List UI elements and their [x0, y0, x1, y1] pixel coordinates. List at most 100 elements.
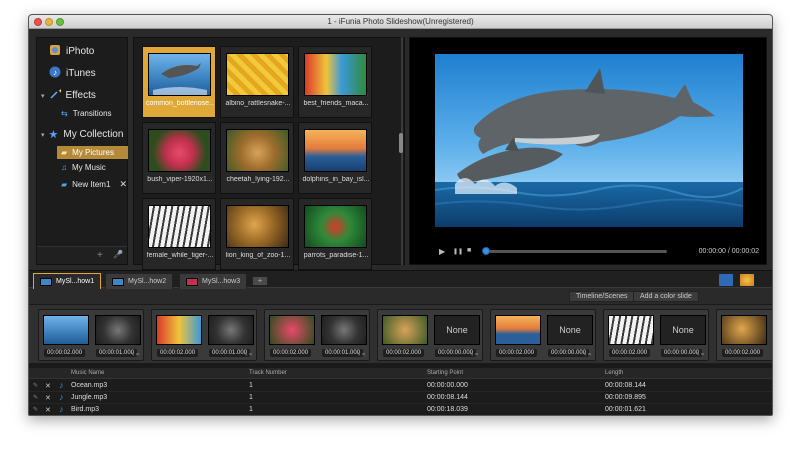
table-row[interactable]: ✎ ✕ ♪ Bird.mp3 1 00:00:18.039 00:00:01.6…	[29, 404, 772, 415]
theme-icon[interactable]	[739, 273, 755, 287]
clip-duration[interactable]: 00:00:02.000	[270, 349, 312, 357]
clip-thumbnail	[43, 315, 89, 345]
timeline-clip[interactable]: None 00:00:02.000 00:00:00.000 ✎ ⌗	[603, 309, 709, 361]
media-thumbnail[interactable]: dolphins_in_bay_isl...	[298, 122, 372, 194]
delete-icon[interactable]: ✕	[45, 394, 51, 402]
sidebar-item-my-pictures[interactable]: ▰ My Pictures	[57, 146, 128, 159]
progress-slider[interactable]	[482, 247, 490, 255]
timeline-scenes-button[interactable]: Timeline/Scenes	[569, 291, 635, 302]
table-row[interactable]: ✎ ✕ ♪ Ocean.mp3 1 00:00:00.000 00:00:08.…	[29, 380, 772, 392]
media-thumbnail[interactable]: cheetah_lying-192...	[220, 122, 294, 194]
clip-duration[interactable]: 00:00:02.000	[496, 349, 538, 357]
table-row[interactable]: ✎ ✕ ♪ Jungle.mp3 1 00:00:08.144 00:00:09…	[29, 392, 772, 404]
tab-slideshow-2[interactable]: MySl...how2	[105, 273, 174, 289]
media-thumbnail[interactable]: lion_king_of_zoo-1...	[220, 198, 294, 270]
edit-icon[interactable]: ✎	[33, 394, 38, 401]
svg-text:✦: ✦	[58, 88, 61, 95]
edit-icon[interactable]: ✎	[33, 406, 38, 413]
transition-thumbnail[interactable]	[95, 315, 141, 345]
sidebar-item-effects[interactable]: ▾ ✦ Effects	[41, 88, 96, 103]
timeline: 00:00:02.000 00:00:01.000 ✎ ⌗ 00:00:02.0…	[29, 304, 772, 364]
clip-duration[interactable]: 00:00:02.000	[722, 349, 764, 357]
slideshow-tabbar: MySl...how1 MySl...how2 MySl...how3 +	[29, 270, 772, 289]
transition-thumbnail[interactable]: None	[547, 315, 593, 345]
remove-icon[interactable]: ✕	[119, 179, 127, 190]
sunset-dolphins-photo	[304, 129, 367, 172]
chevron-down-icon: ▾	[41, 131, 45, 139]
tab-slideshow-1[interactable]: MySl...how1	[33, 273, 102, 289]
timeline-clip[interactable]: None 00:00:02.000 00:00:00.000 ✎ ⌗	[490, 309, 596, 361]
delete-icon[interactable]: ✕	[45, 406, 51, 414]
tab-slideshow-3[interactable]: MySl...how3	[179, 273, 248, 289]
media-thumbnail[interactable]: female_while_tiger-...	[142, 198, 216, 270]
music-note-icon: ♪	[59, 392, 64, 402]
media-thumbnail[interactable]: albino_rattlesnake-...	[220, 46, 294, 118]
tab-thumbnail	[40, 277, 52, 286]
sidebar-item-label: My Music	[72, 163, 106, 172]
edit-icon[interactable]: ✎ ⌗	[131, 352, 139, 358]
clip-thumbnail	[156, 315, 202, 345]
transition-thumbnail[interactable]: None	[434, 315, 480, 345]
track-number: 1	[249, 382, 253, 389]
media-thumbnail[interactable]: best_friends_maca...	[298, 46, 372, 118]
column-header[interactable]: Starting Point	[427, 370, 463, 376]
timeline-clip[interactable]: 00:00:02.000	[716, 309, 772, 361]
delete-icon[interactable]: ✕	[45, 382, 51, 390]
pause-button[interactable]: ❚❚	[453, 248, 463, 255]
sidebar-item-my-collection[interactable]: ▾ ★ My Collection	[41, 128, 123, 141]
starting-point: 00:00:00.000	[427, 382, 468, 389]
list-view-icon[interactable]	[718, 273, 734, 287]
media-thumbnail[interactable]: common_bottlenose...	[142, 46, 216, 118]
play-button[interactable]: ▶	[439, 247, 445, 256]
media-thumbnail[interactable]: parrots_paradise-1...	[298, 198, 372, 270]
add-collection-button[interactable]: +	[97, 250, 103, 261]
timeline-clip[interactable]: 00:00:02.000 00:00:01.000 ✎ ⌗	[151, 309, 257, 361]
sidebar-item-new-item1[interactable]: ▰ New Item1 ✕	[61, 179, 127, 190]
clip-duration[interactable]: 00:00:02.000	[157, 349, 199, 357]
timeline-clip[interactable]: None 00:00:02.000 00:00:00.000 ✎ ⌗	[377, 309, 483, 361]
media-caption: parrots_paradise-1...	[303, 252, 369, 259]
clip-duration[interactable]: 00:00:02.000	[383, 349, 425, 357]
sidebar-item-my-music[interactable]: ♫ My Music	[61, 163, 106, 172]
microphone-icon[interactable]: 🎤	[113, 250, 123, 259]
music-name: Ocean.mp3	[71, 382, 108, 389]
transition-thumbnail[interactable]	[208, 315, 254, 345]
stop-button[interactable]: ■	[467, 247, 471, 254]
tab-label: MySl...how3	[202, 278, 241, 285]
media-caption: female_while_tiger-...	[146, 252, 214, 259]
column-header[interactable]: Track Number	[249, 370, 287, 376]
splitter-handle[interactable]	[399, 133, 403, 153]
add-color-slide-button[interactable]: Add a color slide	[633, 291, 699, 302]
clip-thumbnail	[721, 315, 767, 345]
white-tiger-photo	[148, 205, 211, 248]
edit-icon[interactable]: ✎ ⌗	[696, 352, 704, 358]
sidebar-item-transitions[interactable]: ⇆ Transitions	[61, 109, 112, 118]
column-header[interactable]: Length	[605, 370, 623, 376]
column-header[interactable]: Music Name	[71, 370, 104, 376]
sidebar-item-label: New Item1	[72, 180, 111, 189]
media-thumbnail[interactable]: bush_viper-1920x1...	[142, 122, 216, 194]
add-tab-button[interactable]: +	[252, 276, 268, 286]
itunes-icon: ♪	[49, 66, 61, 81]
sidebar-item-itunes[interactable]: ♪ iTunes	[49, 66, 96, 81]
progress-track[interactable]	[487, 250, 667, 253]
parrots-photo	[304, 205, 367, 248]
transition-thumbnail[interactable]	[321, 315, 367, 345]
media-caption: lion_king_of_zoo-1...	[225, 252, 291, 259]
tab-thumbnail	[186, 277, 198, 286]
sidebar-item-iphoto[interactable]: iPhoto	[49, 44, 94, 59]
timeline-clip[interactable]: 00:00:02.000 00:00:01.000 ✎ ⌗	[38, 309, 144, 361]
sidebar-item-label: My Pictures	[72, 148, 114, 157]
clip-duration[interactable]: 00:00:02.000	[44, 349, 86, 357]
edit-icon[interactable]: ✎ ⌗	[583, 352, 591, 358]
transition-thumbnail[interactable]: None	[660, 315, 706, 345]
clip-thumbnail	[495, 315, 541, 345]
edit-icon[interactable]: ✎	[33, 382, 38, 389]
timeline-clip[interactable]: 00:00:02.000 00:00:01.000 ✎ ⌗	[264, 309, 370, 361]
edit-icon[interactable]: ✎ ⌗	[244, 352, 252, 358]
edit-icon[interactable]: ✎ ⌗	[470, 352, 478, 358]
edit-icon[interactable]: ✎ ⌗	[357, 352, 365, 358]
viper-photo	[148, 129, 211, 172]
music-note-icon: ♪	[59, 380, 64, 390]
clip-duration[interactable]: 00:00:02.000	[609, 349, 651, 357]
